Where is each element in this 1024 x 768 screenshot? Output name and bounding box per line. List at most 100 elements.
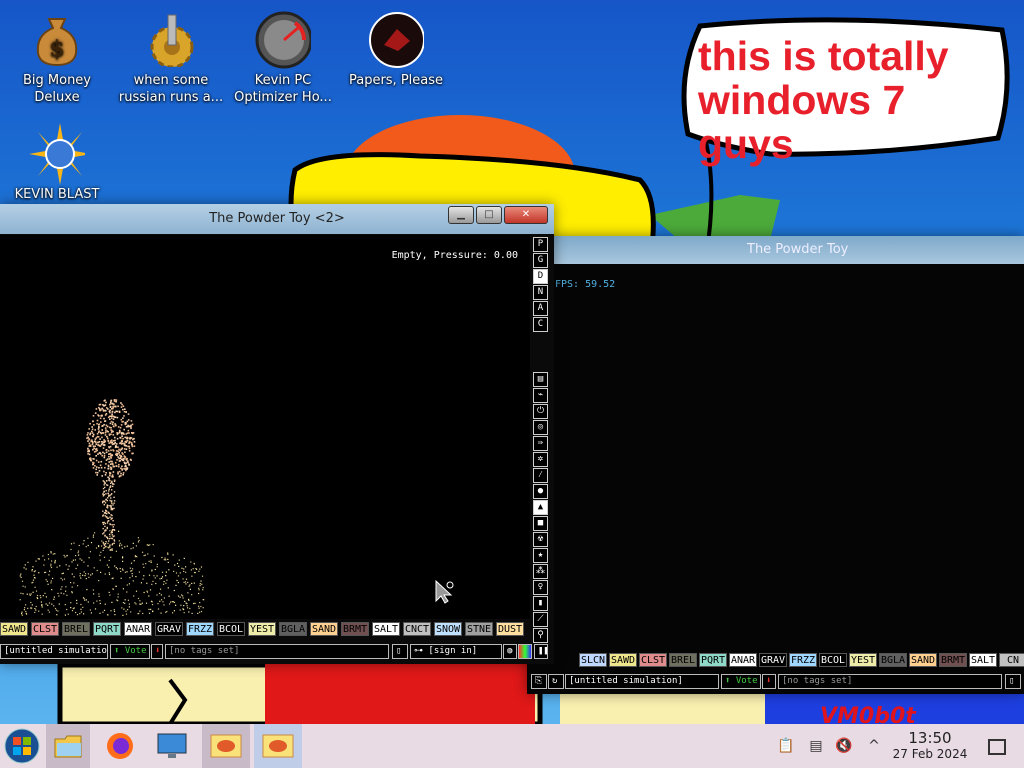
search-icon[interactable]: ⚲ (533, 628, 548, 643)
element-button-bcol[interactable]: BCOL (819, 653, 847, 667)
side-button-g[interactable]: G (533, 253, 548, 268)
vote-up-button[interactable]: ⬆ Vote (110, 644, 150, 659)
side-button-n[interactable]: N (533, 285, 548, 300)
element-button-brel[interactable]: BREL (669, 653, 697, 667)
desktop-icon-russian[interactable]: when some russian runs a... (116, 12, 226, 106)
element-button-cn[interactable]: CN (999, 653, 1024, 667)
force-icon[interactable]: ⇛ (533, 436, 548, 451)
clock[interactable]: 13:50 27 Feb 2024 (888, 730, 972, 762)
pause-icon[interactable]: ❚❚ (534, 644, 548, 659)
power-icon[interactable]: ⏻ (533, 404, 548, 419)
window-title-bar[interactable]: The Powder Toy (527, 236, 1024, 264)
element-button-grav[interactable]: GRAV (155, 622, 183, 636)
tools-icon[interactable]: ♀ (533, 580, 548, 595)
gases-icon[interactable]: ⁄ (533, 468, 548, 483)
element-button-pqrt[interactable]: PQRT (699, 653, 727, 667)
start-button[interactable] (0, 724, 44, 768)
element-button-salt[interactable]: SALT (372, 622, 400, 636)
battery-icon[interactable]: ▤ (806, 736, 826, 756)
element-button-grav[interactable]: GRAV (759, 653, 787, 667)
decoration-icon[interactable]: ⟋ (533, 612, 548, 627)
tray-expand-icon[interactable]: ^ (864, 736, 884, 756)
powder-toy-window-back[interactable]: The Powder Toy FPS: 59.52 SLCN SAWD CLST BR… (527, 236, 1024, 694)
save-name-button[interactable]: [untitled simulation] (0, 644, 108, 659)
game-of-life-icon[interactable]: ⁂ (533, 564, 548, 579)
electronics-icon[interactable]: ⌁ (533, 388, 548, 403)
element-button-sand[interactable]: SAND (909, 653, 937, 667)
maximize-button[interactable]: □ (476, 206, 502, 224)
element-button-slcn[interactable]: SLCN (579, 653, 607, 667)
special-icon[interactable]: ★ (533, 548, 548, 563)
render-options-icon[interactable] (518, 644, 532, 659)
minimize-button[interactable]: ▁ (448, 206, 474, 224)
element-button-anar[interactable]: ANAR (729, 653, 757, 667)
side-button-a[interactable]: A (533, 301, 548, 316)
element-button-snow[interactable]: SNOW (434, 622, 462, 636)
favorites-icon[interactable]: ▮ (533, 596, 548, 611)
clock-date: 27 Feb 2024 (892, 747, 968, 761)
element-button-stne[interactable]: STNE (465, 622, 493, 636)
clear-sim-icon[interactable]: ▯ (1005, 674, 1021, 689)
powders-icon[interactable]: ▲ (533, 500, 548, 515)
element-button-bcol[interactable]: BCOL (217, 622, 245, 636)
element-button-brmt[interactable]: BRMT (939, 653, 967, 667)
taskbar-remote-desktop[interactable] (150, 724, 194, 768)
element-button-sand[interactable]: SAND (310, 622, 338, 636)
show-desktop-button[interactable] (988, 739, 1006, 755)
reload-icon[interactable]: ↻ (548, 674, 564, 689)
side-button-d[interactable]: D (533, 269, 548, 284)
element-button-yest[interactable]: YEST (849, 653, 877, 667)
element-button-yest[interactable]: YEST (248, 622, 276, 636)
element-button-brmt[interactable]: BRMT (341, 622, 369, 636)
taskbar-powder-toy-1[interactable] (202, 724, 250, 768)
liquids-icon[interactable]: ● (533, 484, 548, 499)
save-name-button[interactable]: [untitled simulation] (565, 674, 719, 689)
volume-muted-icon[interactable]: 🔇 (834, 736, 854, 756)
element-button-anar[interactable]: ANAR (124, 622, 152, 636)
side-button-c[interactable]: C (533, 317, 548, 332)
clipboard-icon[interactable]: 📋 (776, 736, 796, 756)
window-title: The Powder Toy <2> (209, 211, 345, 226)
vote-up-button[interactable]: ⬆ Vote (721, 674, 761, 689)
walls-icon[interactable]: ▤ (533, 372, 548, 387)
taskbar-file-explorer[interactable] (46, 724, 90, 768)
element-button-cnct[interactable]: CNCT (403, 622, 431, 636)
powder-toy-window-front[interactable]: The Powder Toy <2> ▁ □ ✕ Empty, Pressure… (0, 204, 554, 664)
tags-button[interactable]: [no tags set] (778, 674, 1002, 689)
vote-down-button[interactable]: ⬇ (151, 644, 163, 659)
element-button-frzz[interactable]: FRZZ (789, 653, 817, 667)
element-button-salt[interactable]: SALT (969, 653, 997, 667)
clear-sim-icon[interactable]: ▯ (392, 644, 408, 659)
close-button[interactable]: ✕ (504, 206, 548, 224)
desktop-icon-kevin-blast[interactable]: KEVIN BLAST (2, 123, 112, 203)
element-button-sawd[interactable]: SAWD (609, 653, 637, 667)
element-button-clst[interactable]: CLST (31, 622, 59, 636)
element-button-brel[interactable]: BREL (62, 622, 90, 636)
element-button-bgla[interactable]: BGLA (879, 653, 907, 667)
element-button-clst[interactable]: CLST (639, 653, 667, 667)
element-button-sawd[interactable]: SAWD (0, 622, 28, 636)
desktop-icon-kevin-optimizer[interactable]: Kevin PC Optimizer Ho... (228, 11, 338, 106)
sign-in-button[interactable]: ⊶ [sign in] (410, 644, 502, 659)
settings-icon[interactable]: ◍ (503, 644, 517, 659)
element-button-bgla[interactable]: BGLA (279, 622, 307, 636)
side-menu-top: PGDNAC (533, 237, 549, 337)
desktop-icon-big-money[interactable]: $ Big Money Deluxe (2, 12, 112, 106)
sign-in-label: [sign in] (428, 646, 478, 656)
desktop-icon-papers-please[interactable]: Papers, Please (341, 12, 451, 89)
taskbar-firefox[interactable] (98, 724, 142, 768)
element-button-frzz[interactable]: FRZZ (186, 622, 214, 636)
element-button-dust[interactable]: DUST (496, 622, 524, 636)
element-button-pqrt[interactable]: PQRT (93, 622, 121, 636)
window-title-bar[interactable]: The Powder Toy <2> ▁ □ ✕ (0, 204, 554, 234)
side-button-p[interactable]: P (533, 237, 548, 252)
taskbar-powder-toy-2[interactable] (254, 724, 302, 768)
radioactive-icon[interactable]: ☢ (533, 532, 548, 547)
open-save-icon[interactable]: ⎘ (531, 674, 547, 689)
solids-icon[interactable]: ■ (533, 516, 548, 531)
vote-down-button[interactable]: ⬇ (762, 674, 776, 689)
sensors-icon[interactable]: ◎ (533, 420, 548, 435)
explosives-icon[interactable]: ✲ (533, 452, 548, 467)
simulation-canvas[interactable]: Empty, Pressure: 0.00 (0, 235, 530, 619)
tags-button[interactable]: [no tags set] (165, 644, 389, 659)
